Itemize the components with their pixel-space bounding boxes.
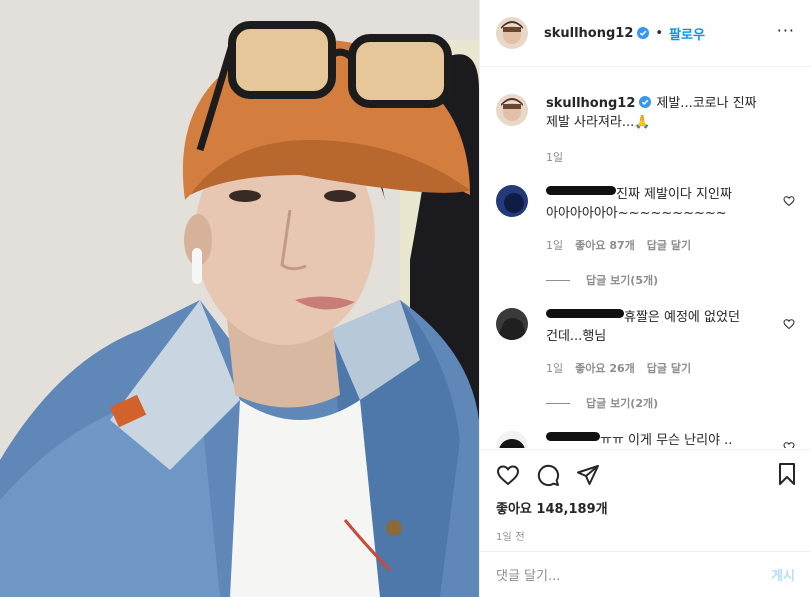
comment-text: ㅠㅠ 이게 무슨 난리야 ..: [546, 431, 773, 448]
comment-input[interactable]: 댓글 달기...: [496, 565, 771, 584]
separator-dot: •: [655, 25, 664, 41]
comments-list[interactable]: skullhong12 제발...코로나 진짜 제발 사라져라...🙏 1일 진짜…: [480, 68, 811, 448]
view-replies-button[interactable]: 답글 보기(5개): [546, 272, 773, 288]
verified-badge-icon: [639, 96, 652, 108]
commenter-avatar[interactable]: [496, 308, 528, 340]
view-replies-label: 답글 보기(5개): [586, 274, 659, 287]
caption-time[interactable]: 1일: [546, 149, 563, 165]
comment-bubble-icon[interactable]: [536, 463, 560, 487]
likes-count[interactable]: 좋아요 148,189개: [496, 498, 795, 517]
post-photo[interactable]: [0, 0, 479, 597]
comment-text: 진짜 제발이다 지인짜 아아아아아아~~~~~~~~~~: [546, 185, 773, 223]
comment-item: ㅠㅠ 이게 무슨 난리야 ..: [496, 431, 795, 448]
replies-line: [546, 279, 570, 281]
view-replies-label: 답글 보기(2개): [586, 397, 659, 410]
follow-button[interactable]: 팔로우: [669, 24, 705, 43]
redacted-username: [546, 186, 616, 195]
like-heart-icon[interactable]: [496, 463, 520, 487]
author-avatar[interactable]: [496, 17, 528, 49]
caption-avatar[interactable]: [496, 94, 528, 126]
comment-like-heart-icon[interactable]: [783, 441, 795, 448]
redacted-username: [546, 309, 624, 318]
comment-like-heart-icon[interactable]: [783, 195, 795, 207]
share-send-icon[interactable]: [576, 463, 600, 487]
comment-meta: 1일 좋아요 87개 답글 달기: [546, 237, 773, 253]
comment-likes[interactable]: 좋아요 87개: [575, 237, 635, 253]
caption-item: skullhong12 제발...코로나 진짜 제발 사라져라...🙏 1일: [496, 94, 795, 165]
post-detail-panel: skullhong12 • 팔로우 ··· skullhong12 제발...코로…: [479, 0, 811, 597]
view-replies-button[interactable]: 답글 보기(2개): [546, 395, 773, 411]
comment-meta: 1일 좋아요 26개 답글 달기: [546, 360, 773, 376]
commenter-avatar[interactable]: [496, 431, 528, 448]
comment-like-heart-icon[interactable]: [783, 318, 795, 330]
reply-button[interactable]: 답글 달기: [647, 360, 691, 376]
author-username[interactable]: skullhong12: [544, 26, 633, 41]
caption-meta: 1일: [546, 149, 773, 165]
post-comment-button[interactable]: 게시: [771, 565, 795, 584]
caption-username[interactable]: skullhong12: [546, 96, 635, 111]
verified-badge-icon: [637, 27, 650, 39]
commenter-avatar[interactable]: [496, 185, 528, 217]
pray-emoji-icon: 🙏: [634, 115, 651, 130]
comment-likes[interactable]: 좋아요 26개: [575, 360, 635, 376]
comment-time[interactable]: 1일: [546, 237, 563, 253]
comment-item: 휴짤은 예정에 없었던 건데...행님 1일 좋아요 26개 답글 달기 답글 …: [496, 308, 795, 411]
post-time[interactable]: 1일 전: [496, 528, 795, 543]
bookmark-icon[interactable]: [775, 462, 799, 486]
redacted-username: [546, 432, 600, 441]
caption-text: skullhong12 제발...코로나 진짜 제발 사라져라...🙏: [546, 94, 773, 132]
reply-button[interactable]: 답글 달기: [647, 237, 691, 253]
comment-item: 진짜 제발이다 지인짜 아아아아아아~~~~~~~~~~ 1일 좋아요 87개 …: [496, 185, 795, 288]
replies-line: [546, 402, 570, 404]
post-actions: 좋아요 148,189개 1일 전: [480, 449, 811, 551]
add-comment-bar: 댓글 달기... 게시: [480, 551, 811, 597]
post-header: skullhong12 • 팔로우 ···: [480, 0, 811, 67]
more-options-icon[interactable]: ···: [777, 23, 795, 39]
comment-text: 휴짤은 예정에 없었던 건데...행님: [546, 308, 773, 346]
action-icons: [496, 462, 795, 488]
comment-time[interactable]: 1일: [546, 360, 563, 376]
comment-body: ㅠㅠ 이게 무슨 난리야 ..: [600, 433, 733, 448]
